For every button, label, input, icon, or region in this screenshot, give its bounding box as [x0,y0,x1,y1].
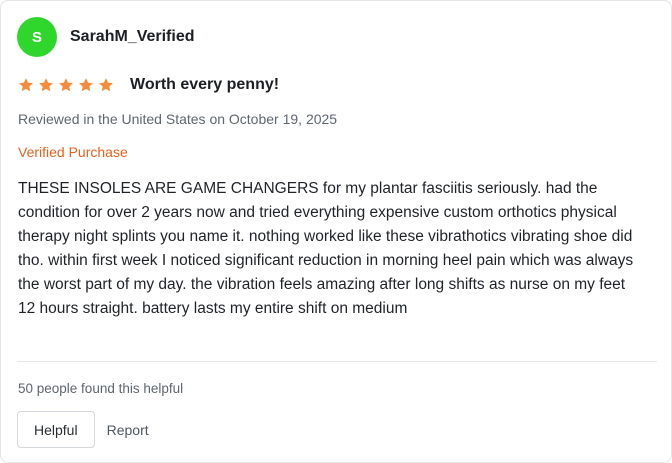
star-icon [59,78,73,92]
review-actions: Helpful Report [17,411,149,448]
avatar: S [17,17,57,57]
rating-row: Worth every penny! [18,74,279,96]
star-icon [99,78,113,92]
star-icon [19,78,33,92]
verified-purchase-badge: Verified Purchase [18,144,128,160]
review-title: Worth every penny! [130,76,280,93]
review-card: S SarahM_Verified Worth every penny! Rev… [0,0,672,463]
avatar-initial: S [31,28,42,46]
review-header: S SarahM_Verified [17,17,195,57]
review-date: Reviewed in the United States on October… [18,111,338,127]
star-icon [39,78,53,92]
helpful-count: 50 people found this helpful [18,381,184,396]
review-body: THESE INSOLES ARE GAME CHANGERS for my p… [18,180,634,317]
helpful-button[interactable]: Helpful [17,411,95,448]
divider [17,361,657,362]
report-link[interactable]: Report [107,422,149,438]
star-rating [18,77,118,93]
reviewer-name: SarahM_Verified [70,28,195,45]
star-icon [79,78,93,92]
